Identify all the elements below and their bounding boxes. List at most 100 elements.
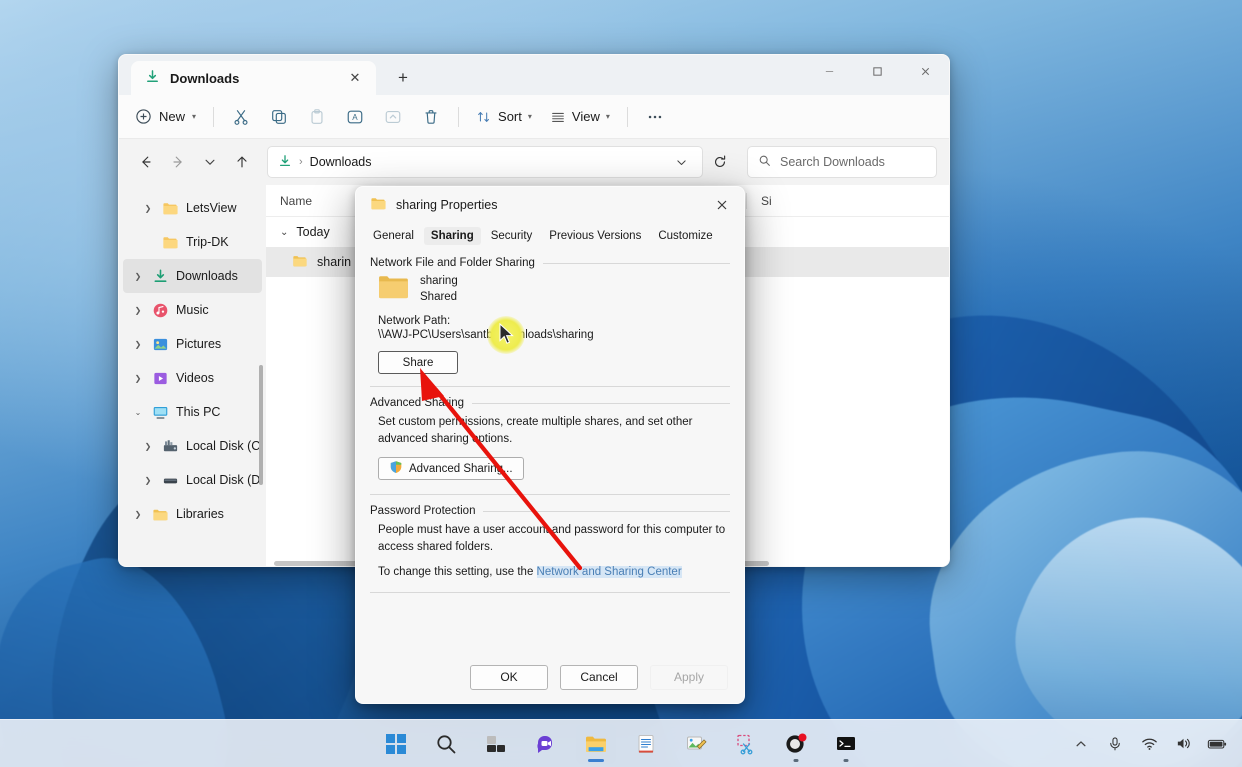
recent-locations-button[interactable] [195, 147, 225, 177]
sidebar-item-label: Videos [176, 371, 214, 385]
folder-icon [370, 195, 387, 215]
chat-icon[interactable] [526, 724, 566, 764]
address-dropdown-icon[interactable] [666, 147, 696, 177]
network-and-sharing-center-link[interactable]: Network and Sharing Center [536, 565, 682, 578]
chevron-placeholder: ❯ [141, 238, 155, 247]
address-bar-row: › Downloads Search Downloads [119, 139, 949, 185]
share-button[interactable]: Share [378, 351, 458, 375]
chevron-right-icon[interactable]: ❯ [131, 374, 145, 383]
wifi-icon[interactable] [1134, 728, 1164, 760]
chevron-right-icon[interactable]: ❯ [141, 204, 155, 213]
sidebar-item-letsview[interactable]: ❯ LetsView [123, 191, 262, 225]
search-input[interactable]: Search Downloads [747, 146, 937, 178]
tab-sharing[interactable]: Sharing [423, 227, 481, 245]
tab-security[interactable]: Security [484, 227, 540, 245]
sidebar-item-videos[interactable]: ❯ Videos [123, 361, 262, 395]
tab-previous-versions[interactable]: Previous Versions [542, 227, 648, 245]
sidebar-item-local-disk-c[interactable]: ❯ Local Disk (C: [123, 429, 262, 463]
toolbar-divider [458, 106, 460, 127]
chevron-right-icon[interactable]: ❯ [131, 306, 145, 315]
sidebar-item-label: Local Disk (D [186, 473, 261, 487]
search-placeholder: Search Downloads [780, 155, 885, 169]
sidebar-item-trip-dk[interactable]: ❯ Trip-DK [123, 225, 262, 259]
copy-icon[interactable] [261, 101, 297, 133]
advanced-sharing-heading-row: Advanced Sharing [370, 397, 730, 409]
start-icon[interactable] [376, 724, 416, 764]
ok-button[interactable]: OK [470, 664, 548, 690]
sidebar-item-this-pc[interactable]: ⌄ This PC [123, 395, 262, 429]
browser-icon[interactable] [776, 724, 816, 764]
navigation-sidebar: ❯ LetsView ❯ Trip-DK ❯ Downloads [119, 185, 266, 566]
breadcrumb-downloads[interactable]: Downloads [310, 155, 372, 169]
chevron-right-icon[interactable]: ❯ [131, 510, 145, 519]
network-sharing-heading: Network File and Folder Sharing [370, 257, 535, 269]
show-hidden-icons-icon[interactable] [1066, 728, 1096, 760]
network-sharing-heading-row: Network File and Folder Sharing [370, 257, 730, 269]
window-titlebar: Downloads ✕ + [119, 55, 949, 95]
chevron-down-icon[interactable]: ⌄ [280, 227, 288, 238]
chevron-right-icon[interactable]: ❯ [141, 476, 155, 485]
system-tray [1066, 728, 1232, 760]
more-options-button[interactable] [637, 101, 673, 133]
sidebar-item-music[interactable]: ❯ Music [123, 293, 262, 327]
close-window-button[interactable] [901, 55, 949, 88]
battery-icon[interactable] [1202, 728, 1232, 760]
sidebar-item-label: Libraries [176, 507, 224, 521]
new-button-label: New [159, 109, 186, 124]
network-path-value: \\AWJ-PC\Users\santb\Downloads\sharing [378, 329, 594, 342]
cancel-button[interactable]: Cancel [560, 664, 638, 690]
back-button[interactable] [131, 147, 161, 177]
paint-icon[interactable] [676, 724, 716, 764]
volume-icon[interactable] [1168, 728, 1198, 760]
sort-button[interactable]: Sort ▾ [468, 101, 540, 133]
tab-general[interactable]: General [366, 227, 421, 245]
libraries-icon [152, 506, 169, 523]
chevron-right-icon[interactable]: ❯ [131, 340, 145, 349]
sidebar-item-downloads[interactable]: ❯ Downloads [123, 259, 262, 293]
forward-button[interactable] [163, 147, 193, 177]
sidebar-item-libraries[interactable]: ❯ Libraries [123, 497, 262, 531]
view-button[interactable]: View ▾ [542, 101, 618, 133]
advanced-sharing-button[interactable]: Advanced Sharing... [378, 457, 524, 481]
task-view-icon[interactable] [476, 724, 516, 764]
terminal-icon[interactable] [826, 724, 866, 764]
notepad-icon[interactable] [626, 724, 666, 764]
chevron-right-icon[interactable]: ❯ [131, 272, 145, 281]
sidebar-item-pictures[interactable]: ❯ Pictures [123, 327, 262, 361]
sidebar-scrollbar[interactable] [259, 365, 263, 485]
download-icon [278, 154, 292, 171]
new-button[interactable]: New ▾ [129, 101, 204, 133]
folder-icon [378, 274, 408, 305]
chevron-down-icon: ▾ [192, 112, 197, 121]
column-header-size[interactable]: Si [746, 192, 826, 209]
chevron-right-icon[interactable]: ❯ [141, 442, 155, 451]
minimize-button[interactable] [805, 55, 853, 88]
close-tab-icon[interactable]: ✕ [342, 65, 368, 91]
svg-text:A: A [352, 113, 358, 122]
snipping-tool-icon[interactable] [726, 724, 766, 764]
maximize-button[interactable] [853, 55, 901, 88]
section-divider [483, 510, 730, 512]
section-divider [471, 402, 730, 404]
refresh-button[interactable] [705, 147, 735, 177]
up-button[interactable] [227, 147, 257, 177]
chevron-down-icon[interactable]: ⌄ [131, 408, 145, 417]
file-explorer-icon[interactable] [576, 723, 616, 764]
search-icon[interactable] [426, 724, 466, 764]
app-running-indicator [843, 758, 849, 762]
close-icon[interactable] [706, 191, 738, 219]
address-breadcrumb-bar[interactable]: › Downloads [267, 146, 703, 178]
tab-customize[interactable]: Customize [651, 227, 719, 245]
new-tab-icon[interactable]: + [390, 65, 416, 91]
microphone-icon[interactable] [1100, 728, 1130, 760]
delete-icon[interactable] [413, 101, 449, 133]
plus-circle-icon [136, 109, 151, 124]
cut-icon[interactable] [223, 101, 259, 133]
advanced-sharing-description: Set custom permissions, create multiple … [378, 416, 693, 445]
rename-icon[interactable]: A [337, 101, 373, 133]
dialog-content: Network File and Folder Sharing sharing … [356, 249, 744, 594]
network-sharing-section: Network File and Folder Sharing sharing … [370, 257, 730, 388]
taskbar [0, 719, 1242, 767]
tab-downloads[interactable]: Downloads ✕ [131, 61, 376, 95]
sidebar-item-local-disk-d[interactable]: ❯ Local Disk (D [123, 463, 262, 497]
